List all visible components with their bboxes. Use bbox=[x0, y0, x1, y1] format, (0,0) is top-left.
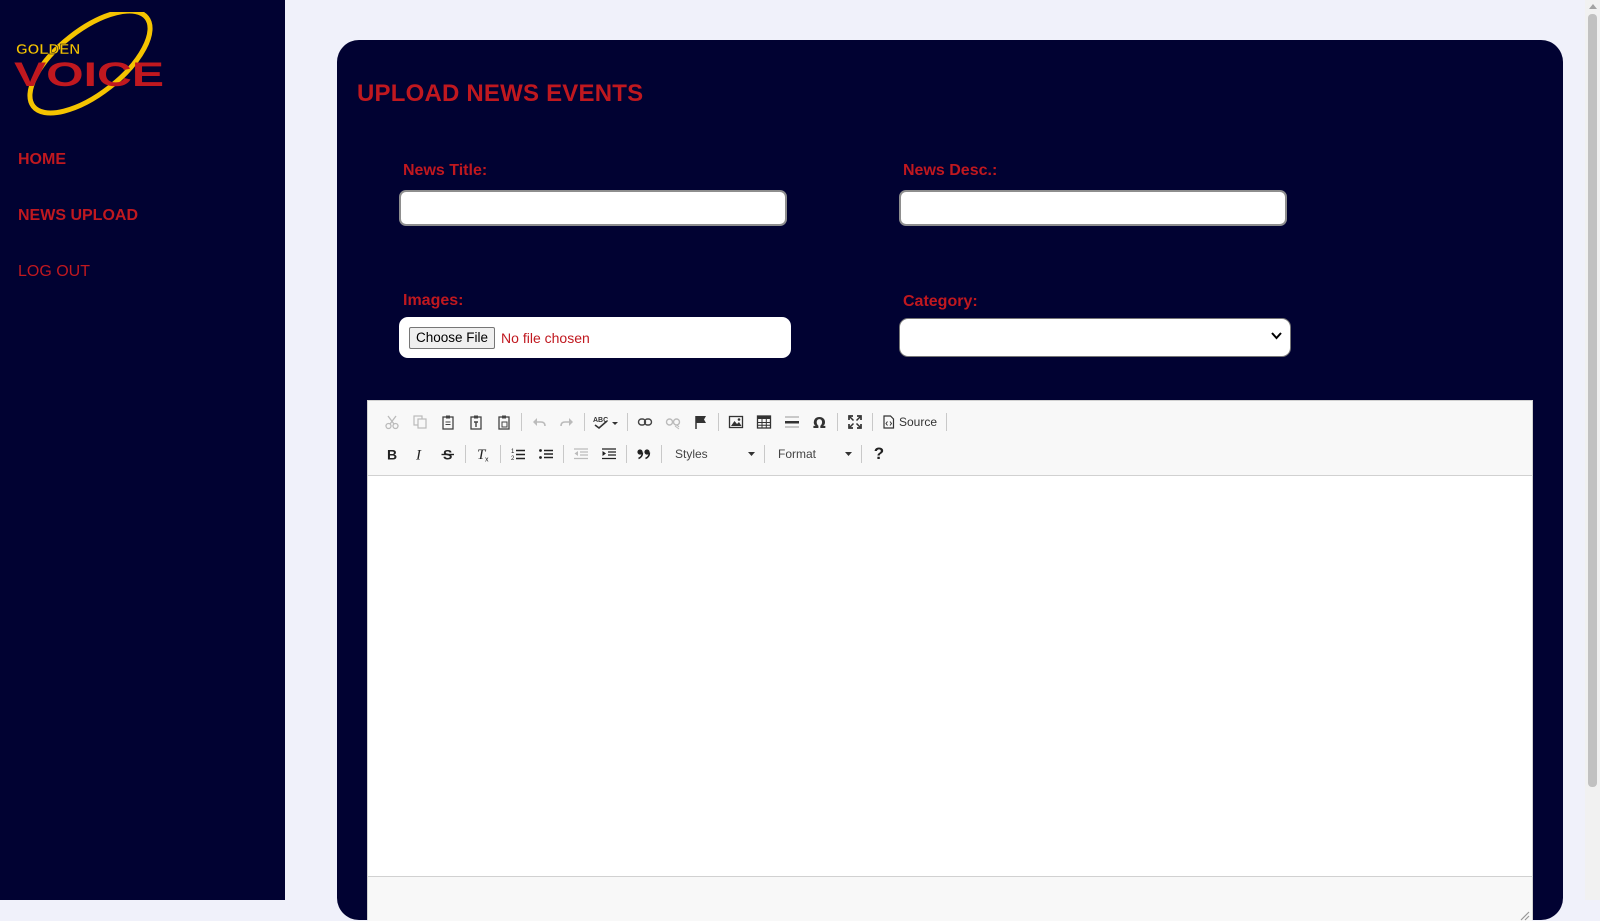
golden-voice-logo[interactable]: GOLDEN VOICE bbox=[14, 12, 166, 118]
choose-file-button[interactable]: Choose File bbox=[409, 326, 496, 349]
main-nav: HOME NEWS UPLOAD LOG OUT bbox=[18, 150, 138, 318]
format-label: Format bbox=[778, 447, 817, 461]
resize-grip-icon[interactable] bbox=[1520, 911, 1530, 921]
toolbar-separator bbox=[764, 445, 765, 463]
undo-icon[interactable] bbox=[525, 408, 553, 436]
paste-icon[interactable] bbox=[434, 408, 462, 436]
toolbar-separator bbox=[500, 445, 501, 463]
toolbar-separator bbox=[626, 445, 627, 463]
toolbar-separator bbox=[563, 445, 564, 463]
unlink-icon[interactable] bbox=[659, 408, 687, 436]
editor-status-bar bbox=[368, 876, 1532, 921]
help-icon[interactable]: ? bbox=[865, 440, 893, 468]
maximize-icon[interactable] bbox=[841, 408, 869, 436]
toolbar-separator bbox=[465, 445, 466, 463]
special-character-icon[interactable]: Ω bbox=[806, 408, 834, 436]
caret-down-icon bbox=[748, 452, 755, 456]
toolbar-separator bbox=[872, 413, 873, 431]
link-icon[interactable] bbox=[631, 408, 659, 436]
styles-label: Styles bbox=[675, 447, 708, 461]
copy-icon[interactable] bbox=[406, 408, 434, 436]
svg-text:I: I bbox=[415, 448, 422, 463]
category-label: Category: bbox=[903, 293, 978, 310]
redo-icon[interactable] bbox=[553, 408, 581, 436]
nav-news-upload[interactable]: NEWS UPLOAD bbox=[18, 206, 138, 262]
category-select[interactable] bbox=[899, 318, 1291, 357]
bold-icon[interactable]: B bbox=[378, 440, 406, 468]
spellcheck-icon[interactable]: ABC bbox=[588, 408, 624, 436]
bulleted-list-icon[interactable] bbox=[532, 440, 560, 468]
anchor-flag-icon[interactable] bbox=[687, 408, 715, 436]
rich-text-editor: ABC Ω Source B I S T x 1 2 Styles Format… bbox=[367, 400, 1533, 921]
svg-text:1: 1 bbox=[511, 449, 515, 455]
paste-from-word-icon[interactable] bbox=[490, 408, 518, 436]
strikethrough-icon[interactable]: S bbox=[434, 440, 462, 468]
cut-icon[interactable] bbox=[378, 408, 406, 436]
news-title-input[interactable] bbox=[399, 190, 787, 226]
format-dropdown[interactable]: Format bbox=[768, 440, 858, 468]
toolbar-separator bbox=[661, 445, 662, 463]
scroll-up-arrow-icon[interactable] bbox=[1589, 4, 1597, 9]
help-label: ? bbox=[873, 444, 885, 463]
table-icon[interactable] bbox=[750, 408, 778, 436]
svg-text:B: B bbox=[387, 447, 397, 463]
editor-content-area[interactable] bbox=[368, 476, 1532, 876]
sidebar: GOLDEN VOICE HOME NEWS UPLOAD LOG OUT bbox=[0, 0, 285, 900]
numbered-list-icon[interactable]: 12 bbox=[504, 440, 532, 468]
nav-home[interactable]: HOME bbox=[18, 150, 138, 206]
svg-text:Ω: Ω bbox=[813, 414, 826, 430]
news-title-label: News Title: bbox=[403, 162, 488, 179]
file-status-text: No file chosen bbox=[501, 329, 590, 346]
svg-text:2: 2 bbox=[511, 456, 515, 462]
increase-indent-icon[interactable] bbox=[595, 440, 623, 468]
source-icon bbox=[883, 415, 895, 429]
editor-toolbar: ABC Ω Source B I S T x 1 2 Styles Format… bbox=[368, 401, 1532, 476]
toolbar-row-2: B I S Tx 12 Styles Format ? bbox=[378, 440, 893, 468]
toolbar-separator bbox=[837, 413, 838, 431]
news-desc-label: News Desc.: bbox=[903, 162, 998, 179]
svg-text:VOICE: VOICE bbox=[14, 56, 164, 94]
paste-text-icon[interactable] bbox=[462, 408, 490, 436]
source-button[interactable]: Source bbox=[876, 408, 943, 436]
page-scrollbar[interactable] bbox=[1585, 0, 1600, 900]
toolbar-separator bbox=[584, 413, 585, 431]
upload-panel: UPLOAD NEWS EVENTS News Title: News Desc… bbox=[337, 40, 1563, 921]
nav-log-out[interactable]: LOG OUT bbox=[18, 262, 138, 318]
toolbar-separator bbox=[946, 413, 948, 431]
image-icon[interactable] bbox=[722, 408, 750, 436]
styles-dropdown[interactable]: Styles bbox=[665, 440, 761, 468]
svg-text:x: x bbox=[485, 457, 489, 463]
images-file-input[interactable]: Choose File No file chosen bbox=[399, 317, 791, 358]
toolbar-row-1: ABC Ω Source bbox=[378, 408, 950, 436]
decrease-indent-icon[interactable] bbox=[567, 440, 595, 468]
page-title: UPLOAD NEWS EVENTS bbox=[357, 80, 644, 107]
blockquote-icon[interactable] bbox=[630, 440, 658, 468]
caret-down-icon bbox=[845, 452, 852, 456]
chevron-down-icon bbox=[1271, 332, 1282, 340]
toolbar-separator bbox=[627, 413, 628, 431]
horizontal-line-icon[interactable] bbox=[778, 408, 806, 436]
italic-icon[interactable]: I bbox=[406, 440, 434, 468]
images-label: Images: bbox=[403, 292, 464, 309]
toolbar-separator bbox=[521, 413, 522, 431]
toolbar-separator bbox=[861, 445, 862, 463]
source-label: Source bbox=[899, 415, 938, 429]
remove-format-icon[interactable]: Tx bbox=[469, 440, 497, 468]
news-desc-input[interactable] bbox=[899, 190, 1287, 226]
toolbar-separator bbox=[718, 413, 719, 431]
scrollbar-thumb[interactable] bbox=[1588, 14, 1597, 787]
